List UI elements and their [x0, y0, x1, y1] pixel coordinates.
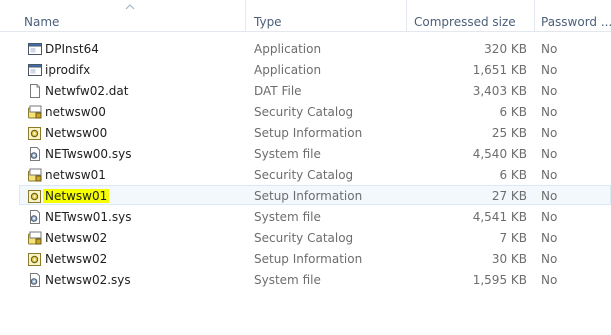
- file-type: Security Catalog: [254, 231, 354, 245]
- file-row[interactable]: DPInst64 Application 320 KB No: [0, 38, 611, 59]
- file-type: System file: [254, 273, 321, 287]
- file-name: Netwsw00: [45, 126, 108, 140]
- file-row[interactable]: NETwsw00.sys System file 4,540 KB No: [0, 143, 611, 164]
- file-name: netwsw01: [45, 168, 106, 182]
- file-compressed-size: 30 KB: [491, 252, 527, 266]
- file-compressed-size: 1,595 KB: [472, 273, 527, 287]
- file-type: Setup Information: [254, 252, 363, 266]
- file-password: No: [541, 63, 558, 77]
- file-type: System file: [254, 210, 321, 224]
- column-header-password[interactable]: Password ...: [535, 0, 611, 32]
- column-header-password-label: Password ...: [541, 15, 611, 29]
- file-compressed-size: 6 KB: [499, 168, 527, 182]
- application-icon: [27, 62, 43, 78]
- file-type: Setup Information: [254, 126, 363, 140]
- file-name: NETwsw01.sys: [45, 210, 132, 224]
- file-password: No: [541, 189, 558, 203]
- file-password: No: [541, 84, 558, 98]
- column-header-compressed-size[interactable]: Compressed size: [408, 0, 535, 32]
- file-type: DAT File: [254, 84, 302, 98]
- file-row[interactable]: NETwsw01.sys System file 4,541 KB No: [0, 206, 611, 227]
- file-row[interactable]: netwsw01 Security Catalog 6 KB No: [0, 164, 611, 185]
- file-row[interactable]: Netwsw00 Setup Information 25 KB No: [0, 122, 611, 143]
- file-password: No: [541, 273, 558, 287]
- file-name: Netwfw02.dat: [45, 84, 129, 98]
- column-header-compressed-size-label: Compressed size: [414, 15, 516, 29]
- blank-file-icon: [27, 83, 43, 99]
- setup-info-icon: [27, 188, 43, 204]
- security-catalog-icon: [27, 104, 43, 120]
- file-type: Application: [254, 42, 322, 56]
- column-header-name-label: Name: [24, 15, 60, 29]
- file-password: No: [541, 168, 558, 182]
- file-type: Application: [254, 63, 322, 77]
- application-icon: [27, 41, 43, 57]
- system-file-icon: [27, 209, 43, 225]
- file-compressed-size: 3,403 KB: [472, 84, 527, 98]
- setup-info-icon: [27, 125, 43, 141]
- file-compressed-size: 25 KB: [491, 126, 527, 140]
- file-name: NETwsw00.sys: [45, 147, 132, 161]
- file-name: Netwsw01: [43, 189, 110, 203]
- file-row[interactable]: Netwsw01 Setup Information 27 KB No: [0, 185, 611, 206]
- file-compressed-size: 320 KB: [484, 42, 527, 56]
- file-compressed-size: 4,540 KB: [472, 147, 527, 161]
- file-password: No: [541, 252, 558, 266]
- file-name: iprodifx: [45, 63, 91, 77]
- file-compressed-size: 27 KB: [491, 189, 527, 203]
- file-name: netwsw00: [45, 105, 106, 119]
- security-catalog-icon: [27, 230, 43, 246]
- file-type: Setup Information: [254, 189, 363, 203]
- file-password: No: [541, 231, 558, 245]
- system-file-icon: [27, 146, 43, 162]
- file-compressed-size: 7 KB: [499, 231, 527, 245]
- file-password: No: [541, 42, 558, 56]
- file-type: Security Catalog: [254, 105, 354, 119]
- file-password: No: [541, 210, 558, 224]
- file-row[interactable]: Netwsw02 Security Catalog 7 KB No: [0, 227, 611, 248]
- file-password: No: [541, 126, 558, 140]
- column-header-type-label: Type: [254, 15, 282, 29]
- system-file-icon: [27, 272, 43, 288]
- file-name: Netwsw02.sys: [45, 273, 131, 287]
- file-row[interactable]: Netwsw02.sys System file 1,595 KB No: [0, 269, 611, 290]
- security-catalog-icon: [27, 167, 43, 183]
- file-password: No: [541, 147, 558, 161]
- file-row[interactable]: netwsw00 Security Catalog 6 KB No: [0, 101, 611, 122]
- file-type: Security Catalog: [254, 168, 354, 182]
- column-header-bar: Name Type Compressed size Password ...: [0, 0, 611, 32]
- file-name: Netwsw02: [45, 252, 108, 266]
- file-compressed-size: 4,541 KB: [472, 210, 527, 224]
- file-row[interactable]: Netwfw02.dat DAT File 3,403 KB No: [0, 80, 611, 101]
- file-compressed-size: 6 KB: [499, 105, 527, 119]
- file-row[interactable]: iprodifx Application 1,651 KB No: [0, 59, 611, 80]
- setup-info-icon: [27, 251, 43, 267]
- file-password: No: [541, 105, 558, 119]
- file-name: Netwsw02: [45, 231, 108, 245]
- column-header-type[interactable]: Type: [248, 0, 407, 32]
- sort-ascending-icon: [125, 4, 135, 10]
- file-type: System file: [254, 147, 321, 161]
- file-row[interactable]: Netwsw02 Setup Information 30 KB No: [0, 248, 611, 269]
- file-name: DPInst64: [45, 42, 99, 56]
- file-compressed-size: 1,651 KB: [472, 63, 527, 77]
